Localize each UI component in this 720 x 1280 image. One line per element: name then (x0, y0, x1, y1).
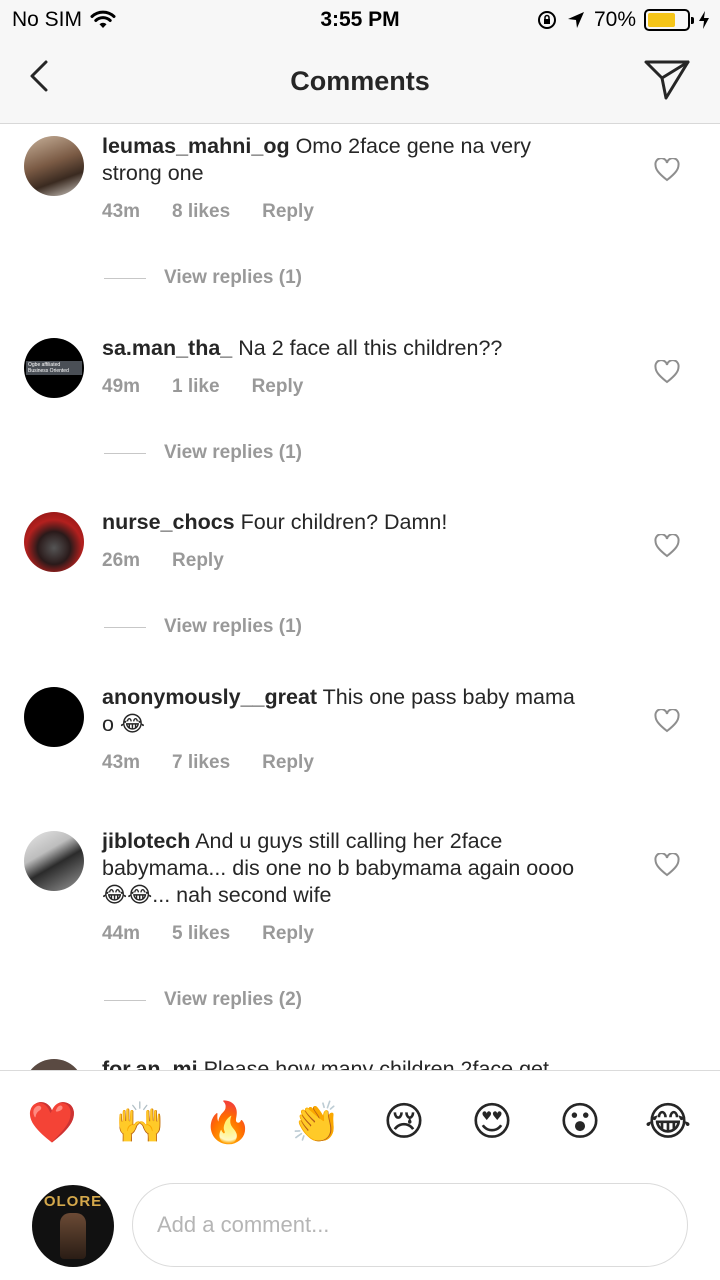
charging-bolt-icon (699, 11, 709, 29)
view-replies-button[interactable]: View replies (1) (104, 442, 302, 464)
avatar[interactable]: Ogbe affiliated Business Oriented (24, 338, 84, 398)
avatar[interactable] (24, 687, 84, 747)
clapping-hands-emoji-button[interactable]: 👏 (286, 1099, 346, 1146)
divider (104, 999, 146, 1001)
comment-meta: 43m 8 likes Reply (102, 201, 314, 223)
heart-icon[interactable] (654, 158, 680, 182)
view-replies-label: View replies (1) (164, 267, 302, 288)
tears-of-joy-emoji-button[interactable]: 😂 (638, 1099, 698, 1146)
reply-button[interactable]: Reply (262, 752, 314, 774)
reply-button[interactable]: Reply (252, 376, 304, 398)
battery-percent: 70% (593, 8, 636, 31)
heart-icon[interactable] (654, 709, 680, 733)
orientation-lock-icon (537, 11, 556, 29)
comment-time: 44m (102, 923, 141, 944)
avatar-caption: Ogbe affiliated Business Oriented (26, 361, 82, 375)
comment-meta: 49m 1 like Reply (102, 376, 303, 398)
comment-meta: 26m Reply (102, 550, 224, 572)
view-replies-label: View replies (1) (164, 616, 302, 637)
comment-input[interactable] (132, 1183, 688, 1267)
comment-username[interactable]: sa.man_tha_ (102, 336, 232, 360)
avatar[interactable] (24, 136, 84, 196)
comment-text: jiblotech And u guys still calling her 2… (102, 828, 592, 909)
comment-username[interactable]: leumas_mahni_og (102, 134, 290, 158)
location-arrow-icon (567, 12, 584, 28)
comment-time: 43m (102, 201, 141, 222)
comment-username[interactable]: nurse_chocs (102, 510, 235, 534)
reply-button[interactable]: Reply (262, 923, 314, 945)
view-replies-button[interactable]: View replies (1) (104, 616, 302, 638)
comment-time: 26m (102, 550, 141, 571)
view-replies-label: View replies (1) (164, 442, 302, 463)
battery-level (648, 13, 675, 27)
red-heart-emoji-button[interactable]: ❤️ (22, 1099, 82, 1146)
page-title: Comments (290, 66, 430, 96)
view-replies-button[interactable]: View replies (1) (104, 267, 302, 289)
comment-username[interactable]: jiblotech (102, 829, 190, 853)
paper-plane-icon[interactable] (642, 56, 692, 104)
surprised-face-emoji-button[interactable]: 😮 (550, 1099, 610, 1146)
comment-body: Four children? Damn! (234, 510, 448, 534)
comment-body: Na 2 face all this children?? (232, 336, 503, 360)
comment-text: nurse_chocs Four children? Damn! (102, 509, 592, 536)
avatar[interactable] (24, 1059, 84, 1070)
comment-likes[interactable]: 7 likes (172, 752, 230, 774)
view-replies-label: View replies (2) (164, 989, 302, 1010)
current-user-avatar: OLORE (32, 1185, 114, 1267)
comment-time: 49m (102, 376, 141, 397)
avatar[interactable] (24, 512, 84, 572)
crying-face-emoji-button[interactable]: 😢 (374, 1099, 434, 1146)
avatar-logo-text: OLORE (43, 1193, 103, 1210)
comment-body: Please how many children 2face get (197, 1057, 549, 1070)
divider (104, 277, 146, 279)
comment-username[interactable]: for.an_mi (102, 1057, 198, 1070)
comment-text: anonymously__great This one pass baby ma… (102, 684, 592, 738)
heart-eyes-emoji-button[interactable]: 😍 (462, 1099, 522, 1146)
status-right-group: 70% (536, 8, 710, 32)
battery-icon (644, 9, 694, 31)
divider (104, 626, 146, 628)
view-replies-button[interactable]: View replies (2) (104, 989, 302, 1011)
divider (104, 452, 146, 454)
comment-text: sa.man_tha_ Na 2 face all this children?… (102, 335, 592, 362)
header: Comments (0, 40, 720, 124)
comment-composer-area: ❤️ 🙌 🔥 👏 😢 😍 😮 😂 OLORE (0, 1070, 720, 1280)
comments-list[interactable]: leumas_mahni_og Omo 2face gene na very s… (0, 125, 720, 1070)
heart-icon[interactable] (654, 853, 680, 877)
comment-likes[interactable]: 8 likes (172, 201, 230, 223)
reply-button[interactable]: Reply (172, 550, 224, 572)
status-bar: No SIM 3:55 PM 70% (0, 0, 720, 40)
comment-text: leumas_mahni_og Omo 2face gene na very s… (102, 133, 592, 187)
comment-username[interactable]: anonymously__great (102, 685, 317, 709)
comment-meta: 44m 5 likes Reply (102, 923, 314, 945)
comment-meta: 43m 7 likes Reply (102, 752, 314, 774)
quick-emoji-bar: ❤️ 🙌 🔥 👏 😢 😍 😮 😂 (0, 1099, 720, 1146)
comment-time: 43m (102, 752, 141, 773)
comment-likes[interactable]: 5 likes (172, 923, 230, 945)
raising-hands-emoji-button[interactable]: 🙌 (110, 1099, 170, 1146)
reply-button[interactable]: Reply (262, 201, 314, 223)
comment-text: for.an_mi Please how many children 2face… (102, 1056, 592, 1070)
comment-likes[interactable]: 1 like (172, 376, 220, 398)
avatar[interactable] (24, 831, 84, 891)
heart-icon[interactable] (654, 360, 680, 384)
heart-icon[interactable] (654, 534, 680, 558)
fire-emoji-button[interactable]: 🔥 (198, 1099, 258, 1146)
avatar-figure (60, 1213, 86, 1259)
